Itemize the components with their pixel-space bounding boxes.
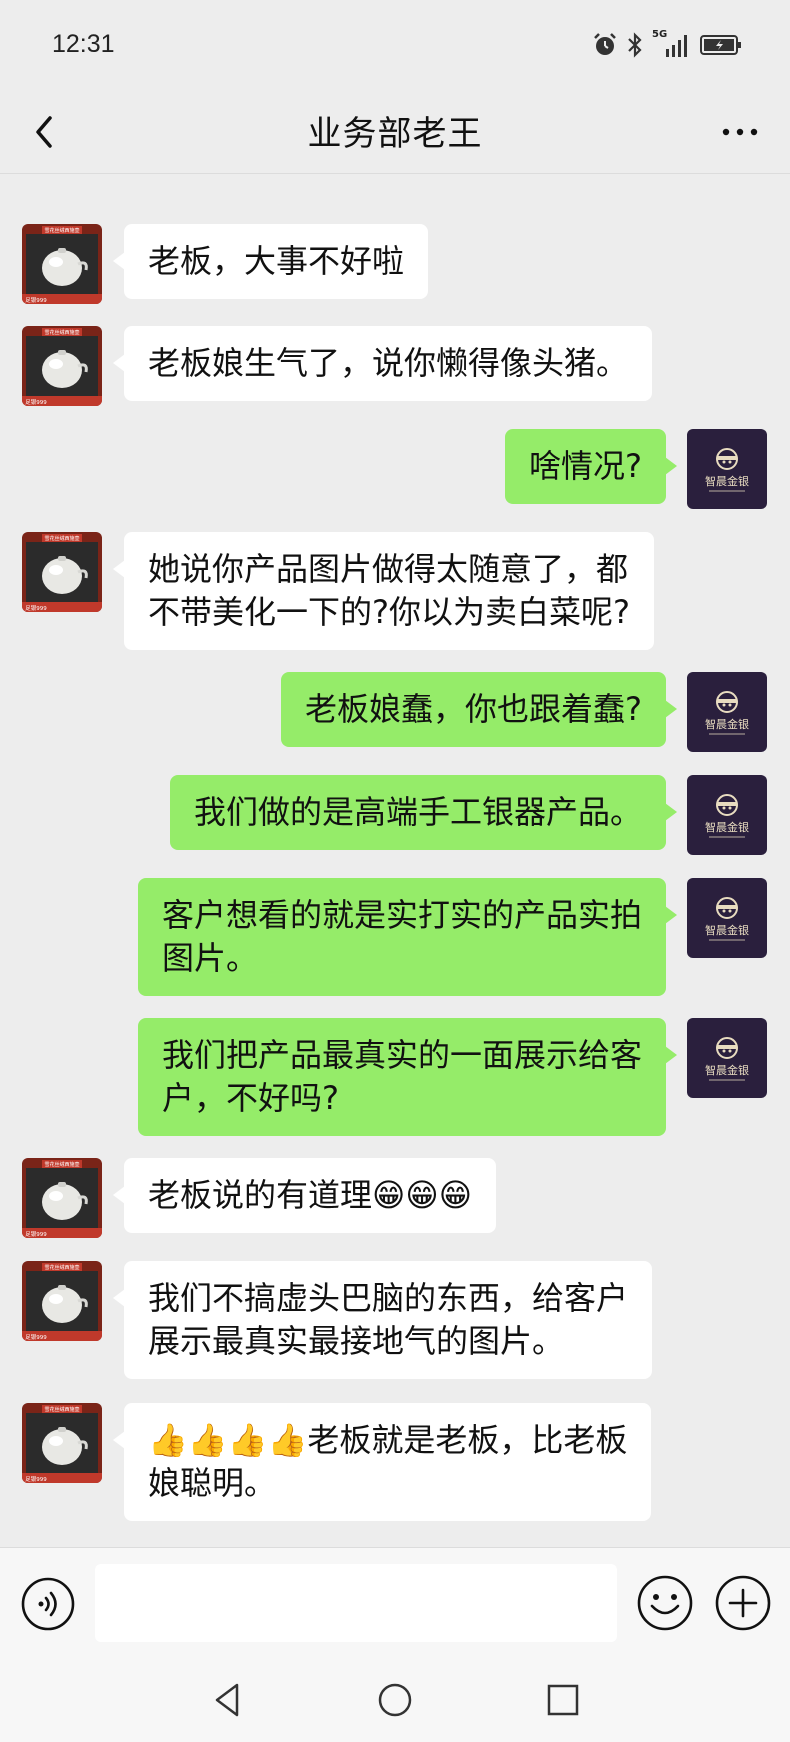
svg-text:雪花丝绒西施壶: 雪花丝绒西施壶 <box>44 227 79 234</box>
my-avatar[interactable]: 智晨金银 <box>687 1018 767 1098</box>
svg-text:雪花丝绒西施壶: 雪花丝绒西施壶 <box>44 1264 79 1271</box>
bluetooth-icon <box>626 32 644 58</box>
message-bubble[interactable]: 她说你产品图片做得太随意了，都 不带美化一下的?你以为卖白菜呢? <box>113 532 654 650</box>
svg-text:智晨金银: 智晨金银 <box>705 717 749 731</box>
square-recent-icon <box>547 1684 579 1716</box>
message-bubble[interactable]: 我们把产品最真实的一面展示给客 户，不好吗? <box>137 1018 678 1136</box>
status-bar: 12:31 5G <box>0 0 790 90</box>
message-bubble[interactable]: 啥情况? <box>505 429 677 504</box>
emoji-icon <box>637 1575 693 1631</box>
svg-text:雪花丝绒西施壶: 雪花丝绒西施壶 <box>44 1406 79 1413</box>
svg-text:智晨金银: 智晨金银 <box>705 1063 749 1077</box>
svg-text:足银999: 足银999 <box>25 1333 47 1341</box>
teapot-avatar-image: 雪花丝绒西施壶 足银999 <box>22 532 102 612</box>
signal-icon: 5G <box>652 29 692 58</box>
teapot-avatar-image: 雪花丝绒西施壶 足银999 <box>22 1403 102 1483</box>
my-avatar[interactable]: 智晨金银 <box>687 878 767 958</box>
svg-text:足银999: 足银999 <box>25 398 47 406</box>
more-functions-button[interactable] <box>714 1574 772 1632</box>
chat-title: 业务部老王 <box>307 114 483 154</box>
svg-text:智晨金银: 智晨金银 <box>705 474 749 488</box>
message-bubble[interactable]: 客户想看的就是实打实的产品实拍 图片。 <box>137 878 678 996</box>
contact-avatar[interactable]: 雪花丝绒西施壶 足银999 <box>22 532 102 612</box>
contact-avatar[interactable]: 雪花丝绒西施壶 足银999 <box>22 224 102 304</box>
circle-home-icon <box>378 1683 412 1717</box>
svg-text:足银999: 足银999 <box>25 604 47 612</box>
svg-text:雪花丝绒西施壶: 雪花丝绒西施壶 <box>44 535 79 542</box>
svg-text:智晨金银: 智晨金银 <box>705 820 749 834</box>
message-bubble[interactable]: 老板说的有道理😁😁😁 <box>112 1158 497 1233</box>
voice-button[interactable] <box>20 1576 76 1632</box>
message-bubble[interactable]: 老板，大事不好啦 <box>112 224 429 299</box>
svg-text:足银999: 足银999 <box>25 1475 47 1483</box>
chat-area[interactable]: 雪花丝绒西施壶 足银999 老板，大事不好啦 雪花丝绒西施壶 足银999 老板娘… <box>0 175 790 1547</box>
input-bar <box>0 1547 790 1659</box>
more-button[interactable] <box>712 104 768 160</box>
alarm-icon <box>592 32 618 58</box>
more-dots-icon <box>722 128 758 136</box>
svg-text:足银999: 足银999 <box>25 296 47 304</box>
contact-avatar[interactable]: 雪花丝绒西施壶 足银999 <box>22 1261 102 1341</box>
contact-avatar[interactable]: 雪花丝绒西施壶 足银999 <box>22 326 102 406</box>
my-avatar[interactable]: 智晨金银 <box>687 672 767 752</box>
teapot-avatar-image: 雪花丝绒西施壶 足银999 <box>22 1158 102 1238</box>
contact-avatar[interactable]: 雪花丝绒西施壶 足银999 <box>22 1158 102 1238</box>
message-bubble[interactable]: 老板娘生气了，说你懒得像头猪。 <box>112 326 653 401</box>
teapot-avatar-image: 雪花丝绒西施壶 足银999 <box>22 326 102 406</box>
nav-back-button[interactable] <box>205 1677 251 1723</box>
my-avatar[interactable]: 智晨金银 <box>687 775 767 855</box>
brand-logo-avatar-image: 智晨金银 <box>687 672 767 752</box>
message-bubble[interactable]: 👍👍👍👍老板就是老板，比老板 娘聪明。 <box>112 1403 652 1521</box>
contact-avatar[interactable]: 雪花丝绒西施壶 足银999 <box>22 1403 102 1483</box>
brand-logo-avatar-image: 智晨金银 <box>687 1018 767 1098</box>
network-label: 5G <box>652 29 668 40</box>
svg-text:雪花丝绒西施壶: 雪花丝绒西施壶 <box>44 1161 79 1168</box>
emoji-button[interactable] <box>636 1574 694 1632</box>
battery-icon <box>700 33 742 57</box>
message-bubble[interactable]: 老板娘蠢，你也跟着蠢? <box>281 672 677 747</box>
title-bar: 业务部老王 <box>0 90 790 174</box>
teapot-avatar-image: 雪花丝绒西施壶 足银999 <box>22 224 102 304</box>
svg-text:雪花丝绒西施壶: 雪花丝绒西施壶 <box>44 329 79 336</box>
nav-recent-button[interactable] <box>540 1677 586 1723</box>
plus-icon <box>715 1575 771 1631</box>
message-bubble[interactable]: 我们做的是高端手工银器产品。 <box>169 775 678 850</box>
message-bubble[interactable]: 我们不搞虚头巴脑的东西，给客户 展示最真实最接地气的图片。 <box>112 1261 653 1379</box>
message-input[interactable] <box>95 1564 617 1642</box>
status-icons: 5G <box>592 29 742 60</box>
status-time: 12:31 <box>52 30 115 58</box>
svg-text:足银999: 足银999 <box>25 1230 47 1238</box>
voice-icon <box>21 1577 75 1631</box>
nav-home-button[interactable] <box>372 1677 418 1723</box>
my-avatar[interactable]: 智晨金银 <box>687 429 767 509</box>
brand-logo-avatar-image: 智晨金银 <box>687 429 767 509</box>
brand-logo-avatar-image: 智晨金银 <box>687 878 767 958</box>
triangle-back-icon <box>215 1683 239 1717</box>
brand-logo-avatar-image: 智晨金银 <box>687 775 767 855</box>
navigation-bar <box>0 1659 790 1742</box>
svg-text:智晨金银: 智晨金银 <box>705 923 749 937</box>
teapot-avatar-image: 雪花丝绒西施壶 足银999 <box>22 1261 102 1341</box>
